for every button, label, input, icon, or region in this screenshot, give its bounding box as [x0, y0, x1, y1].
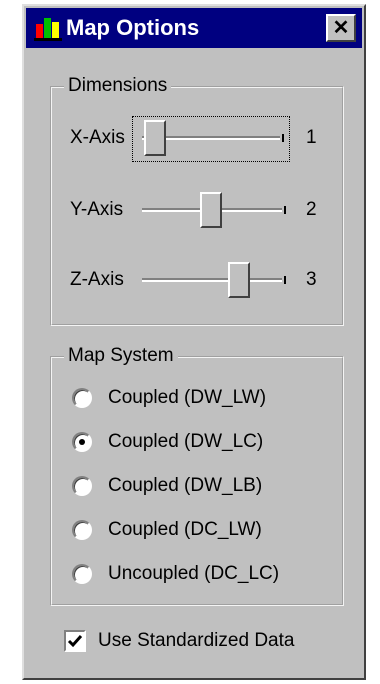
- x-axis-tick: [282, 134, 284, 142]
- radio-button[interactable]: [72, 564, 92, 584]
- z-axis-slider[interactable]: [142, 258, 290, 302]
- map-app-icon: [34, 18, 62, 41]
- z-axis-tick: [284, 276, 286, 284]
- x-axis-thumb[interactable]: [144, 120, 166, 156]
- radio-button[interactable]: [72, 520, 92, 540]
- window-title: Map Options: [66, 15, 200, 40]
- radio-option-1[interactable]: Coupled (DW_LC): [68, 428, 338, 456]
- close-icon: ✕: [332, 17, 350, 39]
- y-axis-slider[interactable]: [142, 188, 290, 232]
- map-system-legend: Map System: [64, 344, 178, 368]
- y-axis-label: Y-Axis: [70, 199, 124, 220]
- checkmark-icon: [67, 635, 83, 648]
- title-bar[interactable]: Map Options ✕: [26, 8, 362, 48]
- standardized-data-checkbox-row[interactable]: Use Standardized Data: [64, 628, 344, 658]
- x-axis-label: X-Axis: [70, 127, 125, 148]
- standardized-data-label: Use Standardized Data: [98, 630, 295, 651]
- radio-button[interactable]: [72, 476, 92, 496]
- standardized-data-checkbox[interactable]: [64, 630, 86, 652]
- y-axis-thumb[interactable]: [200, 192, 222, 228]
- radio-option-0[interactable]: Coupled (DW_LW): [68, 384, 338, 412]
- z-axis-thumb[interactable]: [228, 262, 250, 298]
- map-system-group: Map System Coupled (DW_LW) Coupled (DW_L…: [50, 344, 344, 606]
- radio-option-4[interactable]: Uncoupled (DC_LC): [68, 560, 338, 588]
- radio-option-2[interactable]: Coupled (DW_LB): [68, 472, 338, 500]
- y-axis-value: 2: [306, 199, 317, 220]
- x-axis-slider[interactable]: [132, 116, 288, 160]
- close-button[interactable]: ✕: [326, 14, 356, 42]
- radio-button-selected[interactable]: [72, 432, 92, 452]
- radio-label: Coupled (DW_LB): [108, 475, 263, 496]
- map-options-window: Map Options ✕ Dimensions X-Axis 1 Y-Axis…: [22, 4, 366, 680]
- radio-option-3[interactable]: Coupled (DC_LW): [68, 516, 338, 544]
- dimensions-group: Dimensions X-Axis 1 Y-Axis 2 Z-Axis 3: [50, 74, 344, 326]
- radio-button[interactable]: [72, 388, 92, 408]
- radio-label: Coupled (DW_LW): [108, 387, 267, 408]
- z-axis-value: 3: [306, 269, 317, 290]
- radio-label: Coupled (DW_LC): [108, 431, 264, 452]
- z-axis-track: [142, 278, 282, 282]
- radio-label: Uncoupled (DC_LC): [108, 563, 280, 584]
- z-axis-label: Z-Axis: [70, 269, 124, 290]
- radio-label: Coupled (DC_LW): [108, 519, 262, 540]
- x-axis-value: 1: [306, 127, 317, 148]
- radio-dot-icon: [79, 439, 85, 445]
- dimensions-legend: Dimensions: [64, 74, 172, 98]
- y-axis-tick: [284, 206, 286, 214]
